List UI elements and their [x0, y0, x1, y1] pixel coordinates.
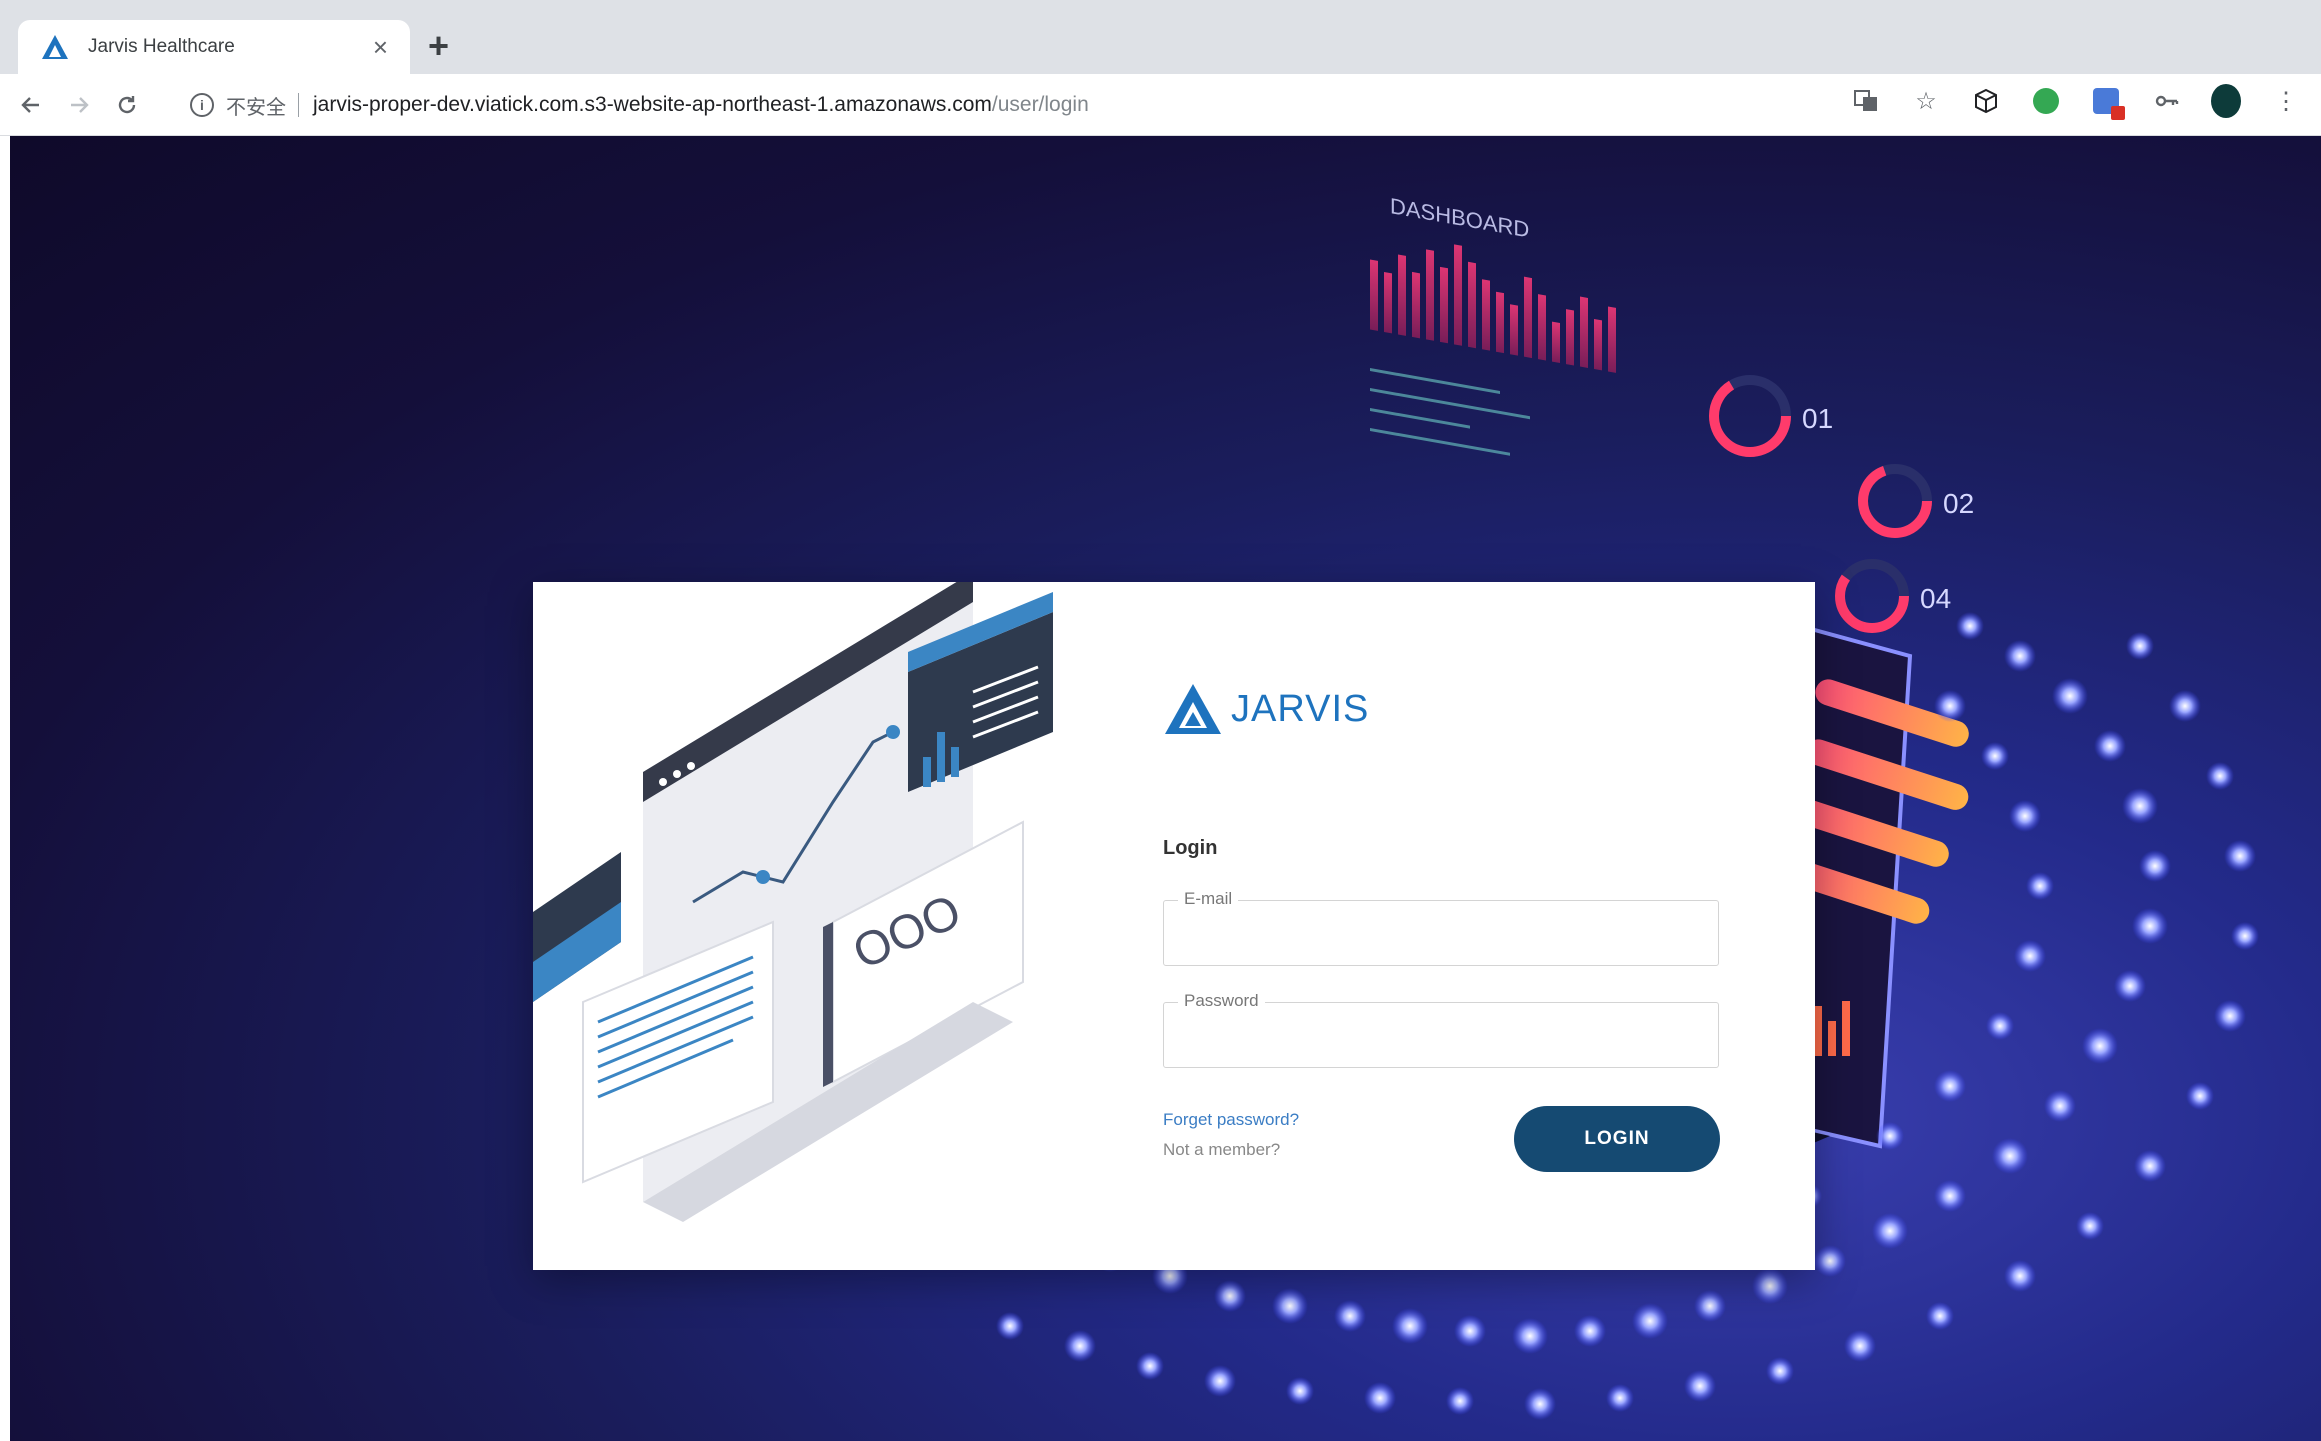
security-label: 不安全 [226, 96, 286, 119]
jarvis-logo-icon [1165, 684, 1221, 734]
key-icon[interactable] [2151, 86, 2181, 116]
reload-button[interactable] [110, 88, 144, 122]
new-tab-button[interactable]: + [428, 28, 449, 64]
hologram-bar-chart [1370, 244, 1616, 373]
login-button[interactable]: LOGIN [1514, 1106, 1720, 1172]
jarvis-favicon-icon [42, 35, 68, 59]
hologram-heading: DASHBOARD [1390, 193, 1529, 242]
brand-name: JARVIS [1231, 687, 1370, 730]
extension-green-icon[interactable] [2031, 86, 2061, 116]
password-field[interactable]: Password [1163, 991, 1719, 1068]
not-a-member-link[interactable]: Not a member? [1163, 1140, 1280, 1160]
address-bar[interactable]: i 不安全 jarvis-proper-dev.viatick.com.s3-w… [190, 82, 1850, 128]
email-field[interactable]: E-mail [1163, 889, 1719, 966]
back-button[interactable] [14, 88, 48, 122]
hologram-ring-01: 01 [1709, 375, 1833, 457]
login-page: DASHBOARD 01 02 04 OOO JARVIS Login E-ma… [10, 136, 2321, 1441]
bookmark-star-icon[interactable]: ☆ [1911, 86, 1941, 116]
login-title: Login [1163, 837, 1218, 859]
url-path: /user/login [991, 93, 1089, 116]
email-input[interactable] [1178, 919, 1698, 953]
hologram-item-02: 02 [1943, 488, 1974, 519]
dashboard-illustration: OOO [533, 582, 1053, 1222]
forward-arrow-icon [71, 96, 89, 113]
toolbar-icons: ☆ ⋮ [1851, 84, 2301, 120]
hologram-ring-04: 04 [1835, 559, 1951, 633]
email-label: E-mail [1178, 889, 1239, 909]
browser-tab-bar: Jarvis Healthcare × + [0, 0, 2321, 74]
forward-button[interactable] [62, 88, 96, 122]
password-label: Password [1178, 991, 1265, 1011]
back-arrow-icon [21, 96, 39, 113]
forgot-password-link[interactable]: Forget password? [1163, 1110, 1299, 1130]
hologram-item-04: 04 [1920, 583, 1951, 614]
login-card: OOO JARVIS Login E-mail Password Forget … [533, 582, 1815, 1270]
password-input[interactable] [1178, 1021, 1698, 1055]
hologram-dashboard: DASHBOARD [1370, 193, 1616, 456]
brand: JARVIS [1163, 682, 1369, 736]
extension-blue-icon[interactable] [2091, 86, 2125, 120]
browser-tab[interactable]: Jarvis Healthcare × [18, 20, 410, 74]
reload-icon [118, 95, 136, 113]
hologram-item-01: 01 [1802, 403, 1833, 434]
url-host: jarvis-proper-dev.viatick.com.s3-website… [313, 93, 992, 116]
tab-title: Jarvis Healthcare [88, 36, 235, 57]
info-icon[interactable]: i [190, 93, 214, 117]
menu-kebab-icon[interactable]: ⋮ [2271, 86, 2301, 116]
translate-icon[interactable] [1851, 86, 1881, 116]
profile-avatar[interactable] [2211, 84, 2241, 118]
tab-close-icon[interactable]: × [373, 34, 388, 60]
extension-cube-icon[interactable] [1971, 86, 2001, 116]
hologram-ring-02: 02 [1858, 464, 1974, 538]
address-separator [298, 93, 299, 117]
browser-toolbar: i 不安全 jarvis-proper-dev.viatick.com.s3-w… [0, 74, 2321, 136]
